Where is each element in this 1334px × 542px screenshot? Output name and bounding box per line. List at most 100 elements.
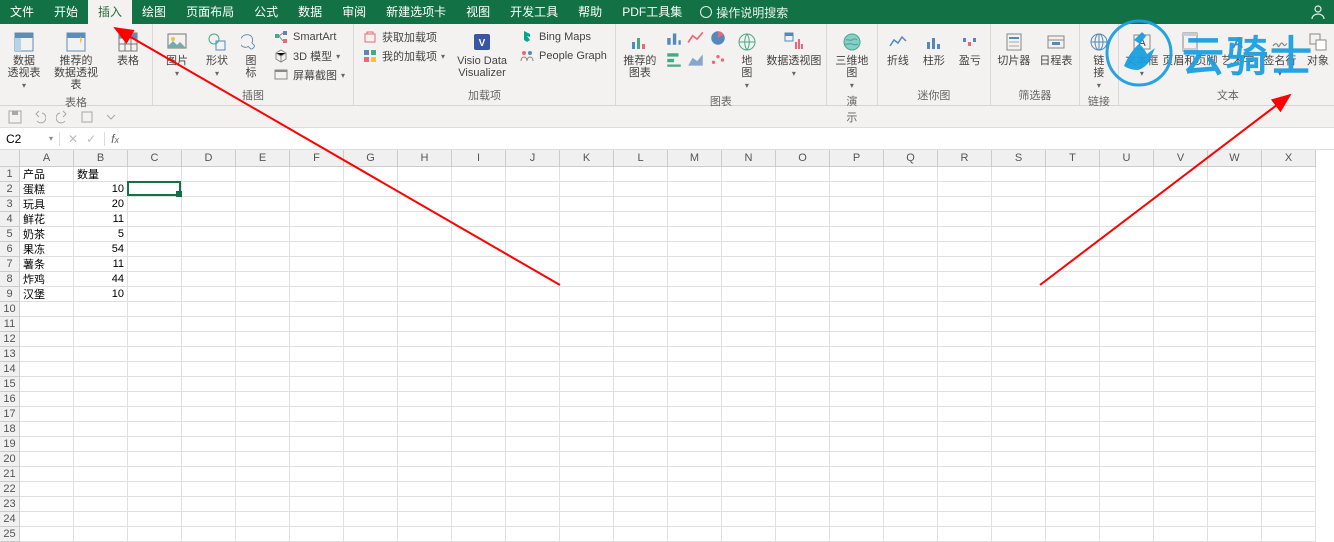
cell[interactable] [128,422,182,437]
cell[interactable] [236,332,290,347]
cell[interactable] [290,317,344,332]
cell[interactable] [776,347,830,362]
cell[interactable] [1154,407,1208,422]
cell[interactable] [830,212,884,227]
row-header[interactable]: 2 [0,182,20,197]
cell[interactable] [290,407,344,422]
cell[interactable] [74,407,128,422]
cell[interactable] [1046,467,1100,482]
cell[interactable] [830,377,884,392]
cell[interactable] [884,272,938,287]
cell[interactable] [560,302,614,317]
cell[interactable] [668,422,722,437]
cell[interactable] [830,332,884,347]
cell[interactable] [398,422,452,437]
cell[interactable] [938,467,992,482]
visio-button[interactable]: V Visio Data Visualizer [453,28,511,82]
cell[interactable] [722,332,776,347]
cell[interactable] [452,527,506,542]
cell[interactable] [614,497,668,512]
cell[interactable] [128,182,182,197]
cell[interactable] [668,167,722,182]
cell[interactable] [506,197,560,212]
cell[interactable] [74,377,128,392]
cell[interactable] [1046,347,1100,362]
cell[interactable] [290,467,344,482]
cell[interactable]: 蛋糕 [20,182,74,197]
cell[interactable] [236,512,290,527]
cell[interactable] [1262,422,1316,437]
cell[interactable]: 玩具 [20,197,74,212]
cell[interactable] [884,332,938,347]
cell[interactable] [398,287,452,302]
cell[interactable] [506,227,560,242]
cell[interactable] [344,482,398,497]
cell[interactable] [344,197,398,212]
cell[interactable] [1262,377,1316,392]
cell[interactable] [1262,347,1316,362]
cell[interactable] [560,212,614,227]
cell[interactable] [992,362,1046,377]
cell[interactable] [1046,197,1100,212]
cell[interactable] [560,452,614,467]
cell[interactable] [884,482,938,497]
cell[interactable] [1100,257,1154,272]
cell[interactable] [20,362,74,377]
cell[interactable] [1154,347,1208,362]
cell[interactable] [290,497,344,512]
cell[interactable] [452,437,506,452]
cell[interactable] [1262,467,1316,482]
cell[interactable] [884,302,938,317]
cell[interactable] [344,497,398,512]
cell[interactable] [938,197,992,212]
cell[interactable] [290,197,344,212]
cell[interactable] [938,212,992,227]
column-header[interactable]: C [128,150,182,167]
cell[interactable] [452,467,506,482]
slicer-button[interactable]: 切片器 [995,28,1033,70]
cell[interactable] [290,242,344,257]
more-icon[interactable] [102,109,120,125]
cell[interactable] [128,362,182,377]
cell[interactable] [1208,287,1262,302]
column-header[interactable]: F [290,150,344,167]
cell[interactable] [182,482,236,497]
cell[interactable] [1154,287,1208,302]
column-header[interactable]: R [938,150,992,167]
cell[interactable] [290,452,344,467]
row-header[interactable]: 13 [0,347,20,362]
cell[interactable] [830,467,884,482]
cell[interactable] [1100,242,1154,257]
cell[interactable] [776,437,830,452]
cell[interactable] [776,377,830,392]
tab-developer[interactable]: 开发工具 [500,0,568,24]
cell[interactable] [1046,332,1100,347]
tab-home[interactable]: 开始 [44,0,88,24]
cell[interactable] [128,167,182,182]
cell[interactable] [722,257,776,272]
cell[interactable] [398,272,452,287]
cell[interactable] [1154,512,1208,527]
cell[interactable] [1154,227,1208,242]
cell[interactable] [1208,497,1262,512]
cell[interactable] [1262,182,1316,197]
cell[interactable] [938,437,992,452]
cell[interactable] [1100,182,1154,197]
cell[interactable] [722,167,776,182]
cell[interactable]: 薯条 [20,257,74,272]
column-header[interactable]: Q [884,150,938,167]
cell[interactable] [614,467,668,482]
cell[interactable] [938,287,992,302]
cell[interactable] [776,482,830,497]
cell[interactable] [290,377,344,392]
cell[interactable] [398,167,452,182]
cell[interactable]: 10 [74,182,128,197]
cell[interactable] [884,467,938,482]
cell[interactable] [560,467,614,482]
row-header[interactable]: 14 [0,362,20,377]
cell[interactable] [236,527,290,542]
cell[interactable] [74,452,128,467]
cell[interactable] [1100,512,1154,527]
cell[interactable] [452,407,506,422]
cell[interactable] [236,362,290,377]
